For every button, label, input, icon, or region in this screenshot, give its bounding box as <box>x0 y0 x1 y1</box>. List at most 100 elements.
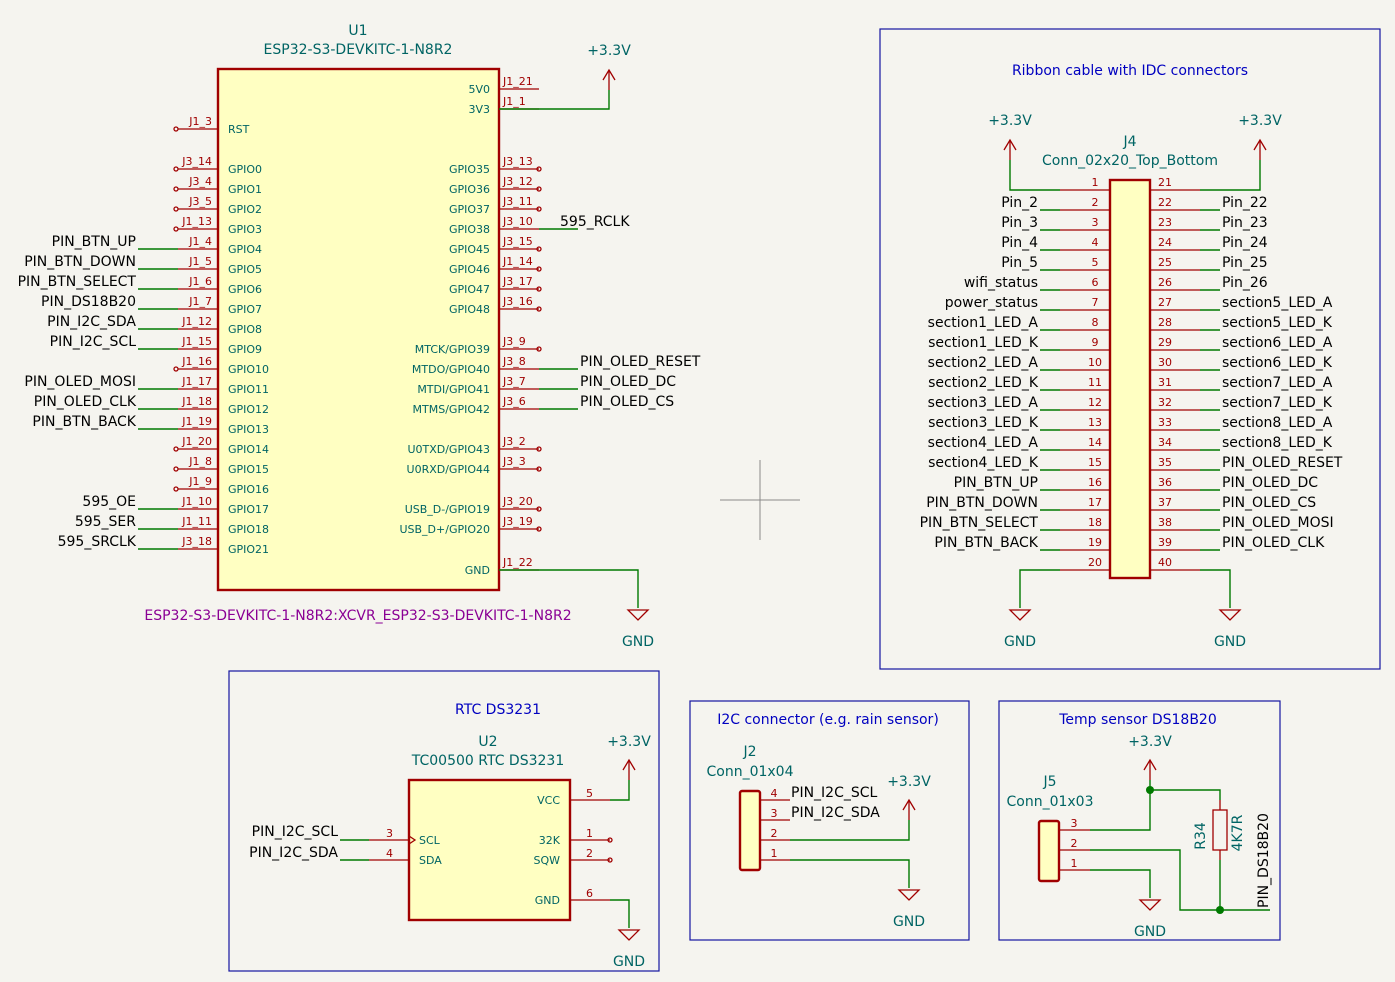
j4-net-label: Pin_22 <box>1222 195 1268 211</box>
rtc-pin-num: 4 <box>386 847 393 860</box>
j5-pin-num: 2 <box>1071 837 1078 850</box>
u1-net-label: PIN_BTN_BACK <box>32 414 136 430</box>
j4-pin-num: 9 <box>1092 336 1099 349</box>
j4-pin-num: 19 <box>1088 536 1102 549</box>
u1-pin-num: J3_12 <box>502 175 533 188</box>
u1-pin-num: J1_11 <box>181 515 212 528</box>
u1-pin-num: J1_7 <box>188 295 212 308</box>
j4-net-label: Pin_23 <box>1222 215 1268 231</box>
j5-symbol[interactable]: J5 Conn_01x03 3 2 1 <box>1006 774 1094 883</box>
u1-pin-num: J1_16 <box>181 355 212 368</box>
i2c-net-label: PIN_I2C_SDA <box>791 805 880 821</box>
j4-net-label: section3_LED_A <box>928 395 1039 411</box>
temp-power-label: +3.3V <box>1128 734 1172 750</box>
i2c-gnd-icon <box>897 889 921 901</box>
temp-power-arrow-icon <box>1143 758 1157 780</box>
u1-pin-num: J3_9 <box>502 335 526 348</box>
j4-net-label: section7_LED_K <box>1222 395 1333 411</box>
u1-pin-num: J3_18 <box>181 535 212 548</box>
u1-pin-name: GPIO4 <box>228 243 262 256</box>
temp-gnd-label: GND <box>1134 924 1166 940</box>
i2c-net-label: PIN_I2C_SCL <box>791 785 878 801</box>
j2-symbol[interactable]: J2 Conn_01x04 4 3 2 1 <box>706 744 794 872</box>
temp-title: Temp sensor DS18B20 <box>1058 712 1217 728</box>
u1-pin-num: J1_15 <box>181 335 212 348</box>
u1-pin-name: GPIO13 <box>228 423 269 436</box>
j4-pin-num: 2 <box>1092 196 1099 209</box>
u1-pin-name: 5V0 <box>468 83 490 96</box>
crosshair-icon <box>720 460 800 540</box>
u1-pin-name: GPIO0 <box>228 163 262 176</box>
i2c-power-arrow-icon <box>902 798 916 820</box>
rtc-power-label: +3.3V <box>607 734 651 750</box>
u1-gnd-label: GND <box>622 634 654 650</box>
rtc-pin-name: SDA <box>419 854 442 867</box>
rtc-pin-num: 5 <box>586 787 593 800</box>
j4-net-label: section4_LED_K <box>928 455 1039 471</box>
u1-pin-num: J3_2 <box>502 435 526 448</box>
rtc-ref: U2 <box>478 734 497 750</box>
junction-dot-icon <box>1146 786 1154 794</box>
j4-net-label: Pin_26 <box>1222 275 1268 291</box>
u1-value: ESP32-S3-DEVKITC-1-N8R2 <box>264 42 453 58</box>
j4-right-power-label: +3.3V <box>1238 113 1282 129</box>
j4-pin-num: 32 <box>1158 396 1172 409</box>
j4-net-label: PIN_BTN_UP <box>954 475 1038 491</box>
j4-symbol[interactable]: J4 Conn_02x20_Top_Bottom 1 212 22Pin_2 Pin_… <box>920 134 1343 580</box>
u1-pin-name: GPIO1 <box>228 183 262 196</box>
u1-pin-name: GPIO7 <box>228 303 262 316</box>
rtc-pin-name: 32K <box>539 834 561 847</box>
j4-pin-num: 27 <box>1158 296 1172 309</box>
u1-pin-num: J1_9 <box>188 475 212 488</box>
r34-symbol[interactable]: R34 4K7R <box>1193 800 1246 860</box>
j4-net-label: PIN_OLED_RESET <box>1222 455 1343 471</box>
temp-gnd-icon <box>1138 899 1162 911</box>
u1-pin-num: J3_11 <box>502 195 533 208</box>
u1-pin-num: J1_13 <box>181 215 212 228</box>
j4-net-label: section5_LED_K <box>1222 315 1333 331</box>
j4-net-label: Pin_5 <box>1001 255 1038 271</box>
rtc-gnd-label: GND <box>613 954 645 970</box>
rtc-power-net: +3.3V GND <box>607 734 651 970</box>
u1-pin-name: GPIO37 <box>449 203 490 216</box>
j4-net-label: section2_LED_K <box>928 375 1039 391</box>
u1-symbol[interactable]: U1 ESP32-S3-DEVKITC-1-N8R2 RST J1_3 GPIO0 J… <box>18 23 701 624</box>
u1-pin-num: J3_19 <box>502 515 533 528</box>
u1-pin-num: J1_10 <box>181 495 212 508</box>
j4-pin-num: 6 <box>1092 276 1099 289</box>
unconnected-pin-icon <box>173 466 179 472</box>
i2c-title: I2C connector (e.g. rain sensor) <box>717 712 939 728</box>
rtc-value: TC00500 RTC DS3231 <box>411 753 564 769</box>
j4-net-label: section2_LED_A <box>928 355 1039 371</box>
j2-body <box>738 789 762 872</box>
j4-pin-num: 40 <box>1158 556 1172 569</box>
u1-pin-num: J3_15 <box>502 235 533 248</box>
u1-footprint: ESP32-S3-DEVKITC-1-N8R2:XCVR_ESP32-S3-DE… <box>144 608 571 624</box>
j4-net-label: PIN_BTN_DOWN <box>926 495 1038 511</box>
j4-net-label: Pin_4 <box>1001 235 1038 251</box>
rtc-net-label: PIN_I2C_SDA <box>249 845 338 861</box>
u1-pin-num: J3_8 <box>502 355 526 368</box>
j4-pin-num: 8 <box>1092 316 1099 329</box>
j4-right-gnd-icon <box>1218 609 1242 621</box>
j4-net-label: PIN_OLED_MOSI <box>1222 515 1334 531</box>
rtc-title: RTC DS3231 <box>455 702 541 718</box>
j4-pin-num: 23 <box>1158 216 1172 229</box>
u1-pin-name: MTCK/GPIO39 <box>415 343 490 356</box>
j4-pin-num: 1 <box>1092 176 1099 189</box>
rtc-symbol[interactable]: U2 TC00500 RTC DS3231 3 4 SCL SDA PIN_I2… <box>249 734 613 922</box>
u1-net-label: 595_RCLK <box>560 214 630 230</box>
u1-pin-name: GPIO12 <box>228 403 269 416</box>
u1-pin-num: J3_16 <box>502 295 533 308</box>
u1-pin-name: GPIO5 <box>228 263 262 276</box>
j4-net-label: section6_LED_A <box>1222 335 1333 351</box>
u1-pin-num: J3_4 <box>188 175 212 188</box>
u1-pin-num: J1_17 <box>181 375 212 388</box>
u1-pin-num: J3_6 <box>502 395 526 408</box>
rtc-pin-name: SQW <box>533 854 560 867</box>
u1-net-label: PIN_DS18B20 <box>41 294 136 310</box>
j4-pin-num: 38 <box>1158 516 1172 529</box>
j4-value: Conn_02x20_Top_Bottom <box>1042 153 1218 169</box>
rtc-pin-name: SCL <box>419 834 441 847</box>
j4-net-label: PIN_BTN_SELECT <box>920 515 1039 531</box>
